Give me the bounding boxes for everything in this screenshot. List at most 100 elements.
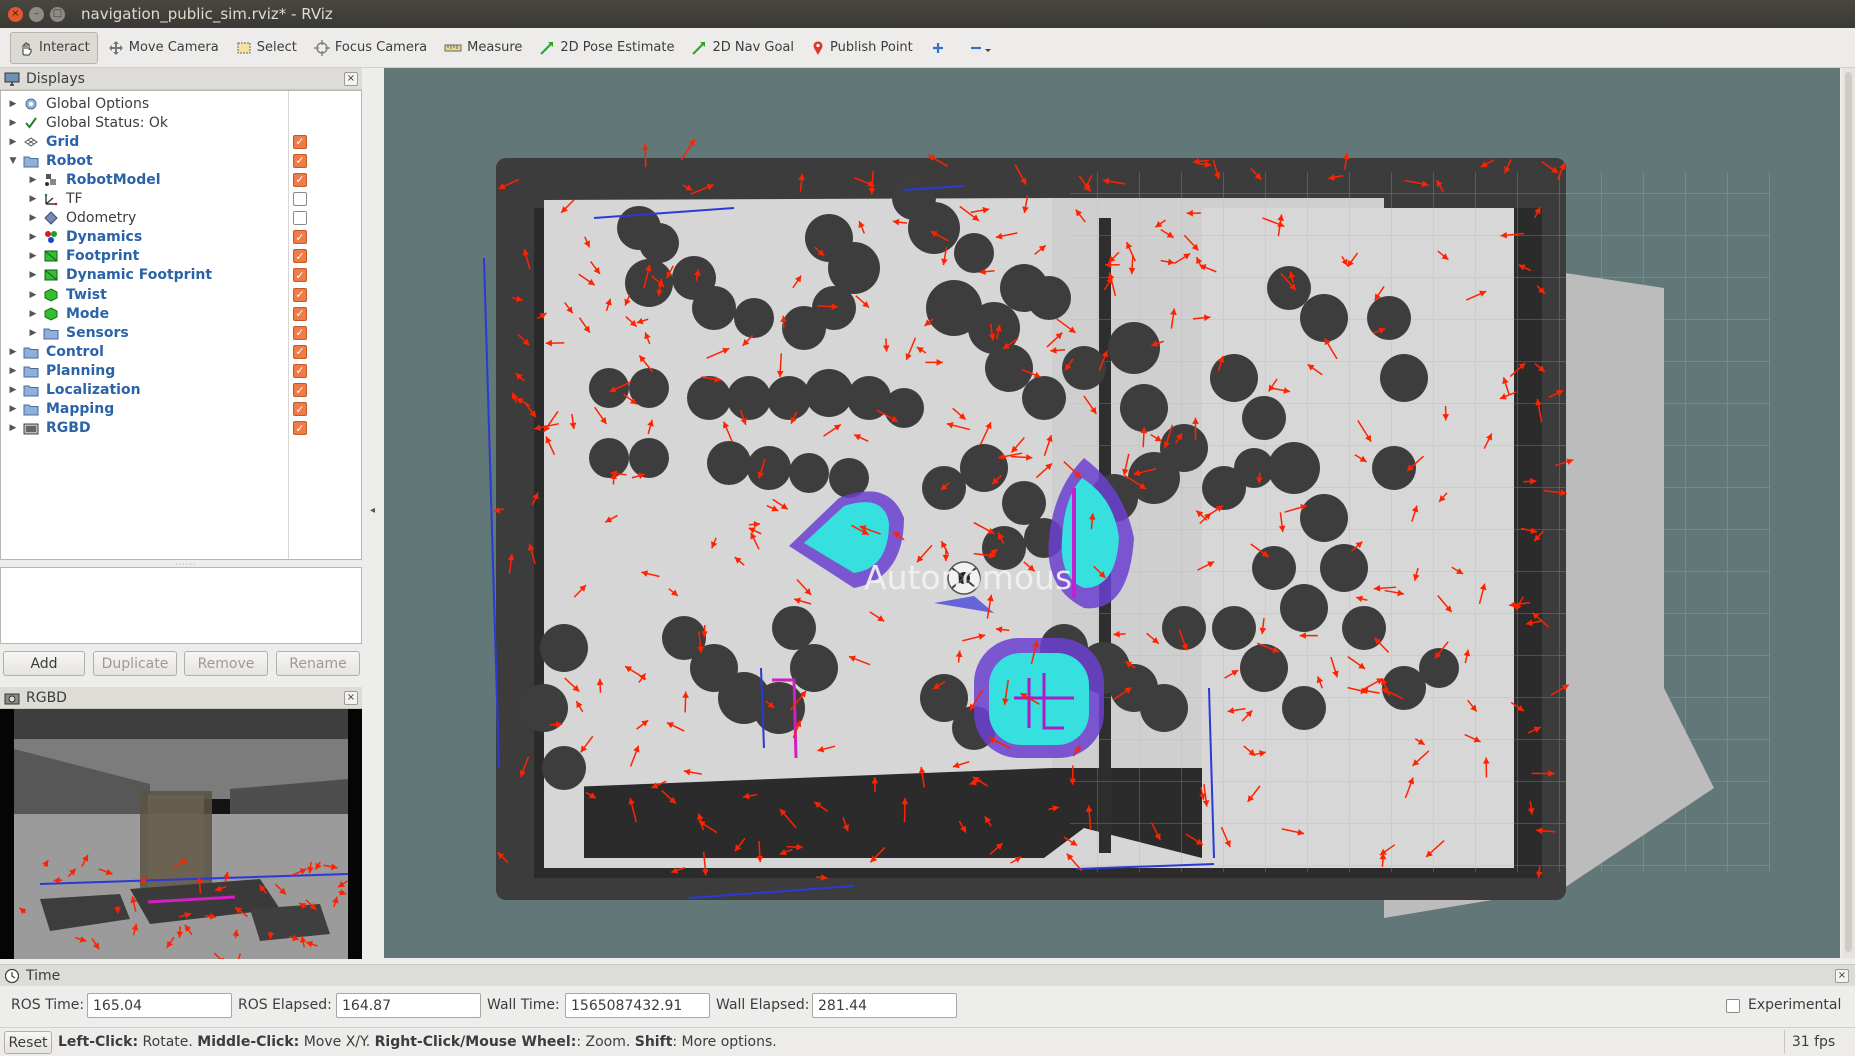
expand-arrow-icon[interactable]: ▶ bbox=[8, 99, 18, 109]
display-item-tf[interactable]: ▶ TF bbox=[1, 190, 361, 209]
expand-arrow-icon[interactable]: ▶ bbox=[8, 404, 18, 414]
remove-display-button[interactable]: Remove bbox=[184, 651, 268, 676]
focus-camera-tool-button[interactable]: Focus Camera bbox=[307, 32, 434, 64]
rgbd-panel-header: RGBD × bbox=[0, 687, 362, 709]
experimental-checkbox[interactable] bbox=[1726, 999, 1740, 1013]
publish-point-tool-label: Publish Point bbox=[830, 40, 913, 55]
3d-view[interactable]: Autonomous bbox=[384, 68, 1840, 958]
expand-arrow-icon[interactable]: ▶ bbox=[28, 290, 38, 300]
display-item-label: Global Status: Ok bbox=[46, 114, 169, 131]
display-enable-checkbox[interactable] bbox=[293, 344, 307, 359]
crosshair-icon bbox=[313, 39, 330, 56]
odometry-icon bbox=[43, 210, 59, 226]
displays-panel-header: Displays × bbox=[0, 68, 362, 90]
display-item-robot[interactable]: ▼ Robot bbox=[1, 151, 361, 170]
left-panel-collapse-handle[interactable]: ◂ bbox=[370, 505, 375, 516]
right-scrollbar[interactable] bbox=[1842, 68, 1855, 958]
wall-elapsed-field[interactable]: 281.44 bbox=[812, 993, 957, 1018]
display-item-rgbd[interactable]: ▶ RGBD bbox=[1, 419, 361, 438]
expand-arrow-icon[interactable]: ▶ bbox=[28, 328, 38, 338]
display-enable-checkbox[interactable] bbox=[293, 153, 307, 168]
folder-icon bbox=[23, 382, 39, 398]
display-item-global-options[interactable]: ▶ Global Options bbox=[1, 94, 361, 113]
display-item-planning[interactable]: ▶ Planning bbox=[1, 361, 361, 380]
publish-point-tool-button[interactable]: Publish Point bbox=[804, 32, 920, 64]
folder-icon bbox=[23, 401, 39, 417]
display-item-localization[interactable]: ▶ Localization bbox=[1, 381, 361, 400]
expand-arrow-icon[interactable]: ▶ bbox=[28, 270, 38, 280]
display-enable-checkbox[interactable] bbox=[293, 230, 307, 245]
time-panel-close-button[interactable]: × bbox=[1835, 968, 1849, 983]
display-item-twist[interactable]: ▶ Twist bbox=[1, 285, 361, 304]
displays-panel: Displays × ▶ Global Options ▶ Global Status… bbox=[0, 68, 362, 560]
footprint-icon bbox=[43, 267, 59, 283]
expand-arrow-icon[interactable]: ▶ bbox=[8, 118, 18, 128]
display-item-robotmodel[interactable]: ▶ RobotModel bbox=[1, 170, 361, 189]
reset-button[interactable]: Reset bbox=[4, 1031, 52, 1054]
rename-display-button[interactable]: Rename bbox=[276, 651, 360, 676]
display-enable-checkbox[interactable] bbox=[293, 402, 307, 417]
window-maximize-button[interactable]: □ bbox=[50, 6, 65, 22]
display-item-control[interactable]: ▶ Control bbox=[1, 342, 361, 361]
display-item-label: Global Options bbox=[46, 95, 150, 112]
display-enable-checkbox[interactable] bbox=[293, 287, 307, 302]
display-item-dynamic-footprint[interactable]: ▶ Dynamic Footprint bbox=[1, 266, 361, 285]
expand-arrow-icon[interactable]: ▶ bbox=[28, 251, 38, 261]
display-item-footprint[interactable]: ▶ Footprint bbox=[1, 247, 361, 266]
display-item-mode[interactable]: ▶ Mode bbox=[1, 304, 361, 323]
display-item-dynamics[interactable]: ▶ Dynamics bbox=[1, 228, 361, 247]
minus-dropdown-icon bbox=[970, 46, 991, 52]
display-item-odometry[interactable]: ▶ Odometry bbox=[1, 209, 361, 228]
display-enable-checkbox[interactable] bbox=[293, 306, 307, 321]
duplicate-display-button[interactable]: Duplicate bbox=[93, 651, 177, 676]
display-enable-checkbox[interactable] bbox=[293, 172, 307, 187]
display-enable-checkbox[interactable] bbox=[293, 134, 307, 149]
2d-nav-goal-tool-button[interactable]: 2D Nav Goal bbox=[684, 32, 801, 64]
display-item-sensors[interactable]: ▶ Sensors bbox=[1, 323, 361, 342]
window-minimize-button[interactable]: – bbox=[29, 6, 44, 22]
add-display-button[interactable]: Add bbox=[3, 651, 85, 676]
rgbd-panel-close-button[interactable]: × bbox=[344, 690, 358, 705]
expand-arrow-icon[interactable]: ▶ bbox=[8, 366, 18, 376]
window-close-button[interactable]: × bbox=[8, 6, 23, 22]
display-item-global-status-ok[interactable]: ▶ Global Status: Ok bbox=[1, 113, 361, 132]
check-icon bbox=[23, 115, 39, 131]
display-item-label: Planning bbox=[46, 362, 116, 379]
2d-pose-estimate-tool-button[interactable]: 2D Pose Estimate bbox=[532, 32, 681, 64]
expand-arrow-icon[interactable]: ▶ bbox=[28, 213, 38, 223]
expand-arrow-icon[interactable]: ▶ bbox=[28, 175, 38, 185]
measure-tool-button[interactable]: Measure bbox=[437, 32, 529, 64]
display-enable-checkbox[interactable] bbox=[293, 363, 307, 378]
displays-panel-close-button[interactable]: × bbox=[344, 71, 358, 86]
display-enable-checkbox[interactable] bbox=[293, 249, 307, 264]
display-enable-checkbox[interactable] bbox=[293, 211, 307, 226]
collapse-arrow-icon[interactable]: ▼ bbox=[8, 156, 18, 166]
display-enable-checkbox[interactable] bbox=[293, 192, 307, 206]
time-panel: ROS Time: 165.04 ROS Elapsed: 164.87 Wal… bbox=[0, 988, 1855, 1022]
expand-arrow-icon[interactable]: ▶ bbox=[8, 137, 18, 147]
expand-arrow-icon[interactable]: ▶ bbox=[8, 423, 18, 433]
move-camera-tool-button[interactable]: Move Camera bbox=[101, 32, 226, 64]
expand-arrow-icon[interactable]: ▶ bbox=[8, 347, 18, 357]
expand-arrow-icon[interactable]: ▶ bbox=[28, 232, 38, 242]
display-enable-checkbox[interactable] bbox=[293, 268, 307, 283]
expand-arrow-icon[interactable]: ▶ bbox=[28, 309, 38, 319]
display-enable-checkbox[interactable] bbox=[293, 325, 307, 340]
expand-arrow-icon[interactable]: ▶ bbox=[8, 385, 18, 395]
display-item-mapping[interactable]: ▶ Mapping bbox=[1, 400, 361, 419]
ros-elapsed-field[interactable]: 164.87 bbox=[336, 993, 481, 1018]
interact-tool-button[interactable]: Interact bbox=[10, 31, 98, 64]
ruler-icon bbox=[444, 44, 462, 51]
expand-arrow-icon[interactable]: ▶ bbox=[28, 194, 38, 204]
experimental-label: Experimental bbox=[1748, 997, 1842, 1013]
display-enable-checkbox[interactable] bbox=[293, 383, 307, 397]
ros-time-field[interactable]: 165.04 bbox=[87, 993, 232, 1018]
select-tool-button[interactable]: Select bbox=[229, 32, 304, 64]
add-tool-button[interactable] bbox=[923, 32, 958, 64]
rgbd-camera-view[interactable] bbox=[0, 709, 362, 959]
wall-time-field[interactable]: 1565087432.91 bbox=[565, 993, 710, 1018]
remove-tool-dropdown[interactable] bbox=[961, 32, 1006, 64]
display-item-grid[interactable]: ▶ Grid bbox=[1, 132, 361, 151]
display-enable-checkbox[interactable] bbox=[293, 421, 307, 436]
2d-nav-goal-tool-label: 2D Nav Goal bbox=[712, 40, 795, 55]
